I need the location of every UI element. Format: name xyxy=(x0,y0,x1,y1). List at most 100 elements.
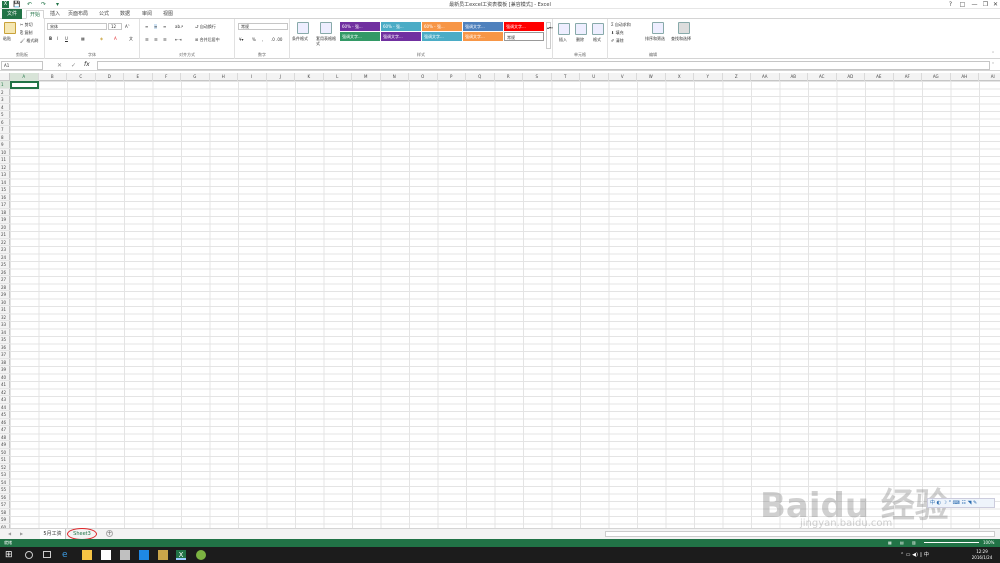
row-header[interactable]: 12 xyxy=(0,164,10,171)
format-cells-icon[interactable] xyxy=(592,23,604,35)
row-header[interactable]: 38 xyxy=(0,359,10,366)
align-left-icon[interactable]: ☰ xyxy=(145,37,149,42)
row-header[interactable]: 21 xyxy=(0,231,10,239)
cell-style-swatch[interactable]: 60% - 强... xyxy=(381,22,421,31)
column-header[interactable]: K xyxy=(295,73,324,81)
fill-button[interactable]: ⬇ 填充 xyxy=(611,30,624,36)
number-format-combo[interactable]: 常规 xyxy=(238,23,288,30)
align-top-icon[interactable]: ≡ xyxy=(145,24,148,29)
row-header[interactable]: 39 xyxy=(0,366,10,374)
cell-style-swatch[interactable]: 60% - 强... xyxy=(340,22,380,31)
app-icon-1[interactable] xyxy=(120,550,130,560)
row-header[interactable]: 46 xyxy=(0,419,10,426)
sort-filter-icon[interactable] xyxy=(652,22,664,34)
minimize-button[interactable]: — xyxy=(969,0,980,9)
font-size-combo[interactable]: 12 xyxy=(108,23,122,30)
row-header[interactable]: 18 xyxy=(0,209,10,216)
tray-icons[interactable]: ⌃ ▭ ◀) ▯ 中 xyxy=(900,551,929,558)
column-header[interactable]: T xyxy=(552,73,580,81)
column-header[interactable]: H xyxy=(210,73,238,81)
row-header[interactable]: 59 xyxy=(0,516,10,524)
column-header[interactable]: E xyxy=(124,73,153,81)
row-header[interactable]: 58 xyxy=(0,509,10,516)
row-header[interactable]: 36 xyxy=(0,344,10,351)
search-icon[interactable] xyxy=(25,551,33,559)
row-header[interactable]: 56 xyxy=(0,494,10,501)
row-header[interactable]: 17 xyxy=(0,201,10,209)
column-header[interactable]: C xyxy=(67,73,96,81)
column-header[interactable]: X xyxy=(666,73,694,81)
row-header[interactable]: 41 xyxy=(0,381,10,389)
tab-data[interactable]: 数据 xyxy=(118,10,132,19)
align-middle-icon[interactable]: ≡ xyxy=(154,24,158,29)
view-normal-icon[interactable]: ▦ xyxy=(888,539,892,547)
select-all-corner[interactable] xyxy=(0,73,10,81)
name-box[interactable]: A1 xyxy=(1,61,43,70)
row-header[interactable]: 10 xyxy=(0,149,10,156)
cell-area[interactable] xyxy=(10,81,1000,528)
cell-style-swatch[interactable]: 强调文字... xyxy=(422,32,462,41)
enter-icon[interactable]: ✓ xyxy=(71,62,76,69)
row-header[interactable]: 20 xyxy=(0,224,10,231)
row-header[interactable]: 52 xyxy=(0,464,10,471)
row-header[interactable]: 11 xyxy=(0,156,10,164)
view-pagebreak-icon[interactable]: ▥ xyxy=(912,539,916,547)
cell-style-swatch[interactable]: 常规 xyxy=(504,32,544,41)
currency-icon[interactable]: ¥▾ xyxy=(239,37,244,42)
next-sheet-icon[interactable]: ▶ xyxy=(20,531,23,536)
orientation-icon[interactable]: ab↗ xyxy=(175,24,183,29)
column-header[interactable]: AE xyxy=(865,73,894,81)
view-layout-icon[interactable]: ▤ xyxy=(900,539,904,547)
help-button[interactable]: ? xyxy=(945,0,956,9)
ribbon-display-button[interactable]: □ xyxy=(957,0,968,9)
column-header[interactable]: M xyxy=(352,73,381,81)
paste-button[interactable]: 粘贴 xyxy=(3,36,11,42)
align-center-icon[interactable]: ☰ xyxy=(154,37,158,42)
row-header[interactable]: 32 xyxy=(0,314,10,321)
column-header[interactable]: AI xyxy=(979,73,1000,81)
row-header[interactable]: 14 xyxy=(0,179,10,186)
comma-button[interactable]: , xyxy=(262,37,263,42)
delete-cells-button[interactable]: 删除 xyxy=(576,37,584,43)
row-header[interactable]: 33 xyxy=(0,321,10,329)
fill-color-icon[interactable]: ◈ xyxy=(100,36,103,41)
cell-style-swatch[interactable]: 强调文字... xyxy=(504,22,544,31)
row-header[interactable]: 31 xyxy=(0,306,10,314)
row-header[interactable]: 34 xyxy=(0,329,10,336)
row-header[interactable]: 3 xyxy=(0,96,10,104)
column-header[interactable]: AF xyxy=(894,73,922,81)
border-icon[interactable]: ▦ xyxy=(81,36,85,41)
row-header[interactable]: 55 xyxy=(0,486,10,494)
row-header[interactable]: 49 xyxy=(0,441,10,449)
conditional-format-button[interactable]: 条件格式 xyxy=(292,36,308,42)
row-header[interactable]: 42 xyxy=(0,389,10,396)
column-header[interactable]: U xyxy=(580,73,609,81)
row-header[interactable]: 5 xyxy=(0,111,10,119)
percent-button[interactable]: % xyxy=(252,37,256,42)
font-name-combo[interactable]: 宋体 xyxy=(47,23,107,30)
delete-cells-icon[interactable] xyxy=(575,23,587,35)
collapse-ribbon-icon[interactable]: ˄ xyxy=(992,51,994,56)
column-header[interactable]: AG xyxy=(922,73,951,81)
column-header[interactable]: AB xyxy=(780,73,808,81)
row-header[interactable]: 22 xyxy=(0,239,10,246)
row-header[interactable]: 25 xyxy=(0,261,10,269)
store-icon[interactable] xyxy=(101,550,111,560)
styles-scroll-icon[interactable]: ▴▾▿ xyxy=(546,22,553,49)
align-bottom-icon[interactable]: ≡ xyxy=(163,24,166,29)
app-icon-3[interactable] xyxy=(158,550,168,560)
ime-toolbar[interactable]: 中 ◐ ☽ ° ⌨ ☷ ◥ ✎ xyxy=(927,498,995,508)
row-header[interactable]: 40 xyxy=(0,374,10,381)
column-header[interactable]: D xyxy=(96,73,124,81)
row-header[interactable]: 28 xyxy=(0,284,10,291)
row-header[interactable]: 16 xyxy=(0,194,10,201)
tab-file[interactable]: 文件 xyxy=(2,9,22,19)
column-header[interactable]: AH xyxy=(951,73,979,81)
row-header[interactable]: 1 xyxy=(0,81,10,89)
cell-style-swatch[interactable]: 强调文字... xyxy=(381,32,421,41)
zoom-slider[interactable] xyxy=(924,542,979,543)
cut-button[interactable]: ✂ 剪切 xyxy=(20,22,33,28)
cell-style-swatch[interactable]: 强调文字... xyxy=(463,22,503,31)
row-header[interactable]: 43 xyxy=(0,396,10,404)
column-header[interactable]: A xyxy=(10,73,39,81)
